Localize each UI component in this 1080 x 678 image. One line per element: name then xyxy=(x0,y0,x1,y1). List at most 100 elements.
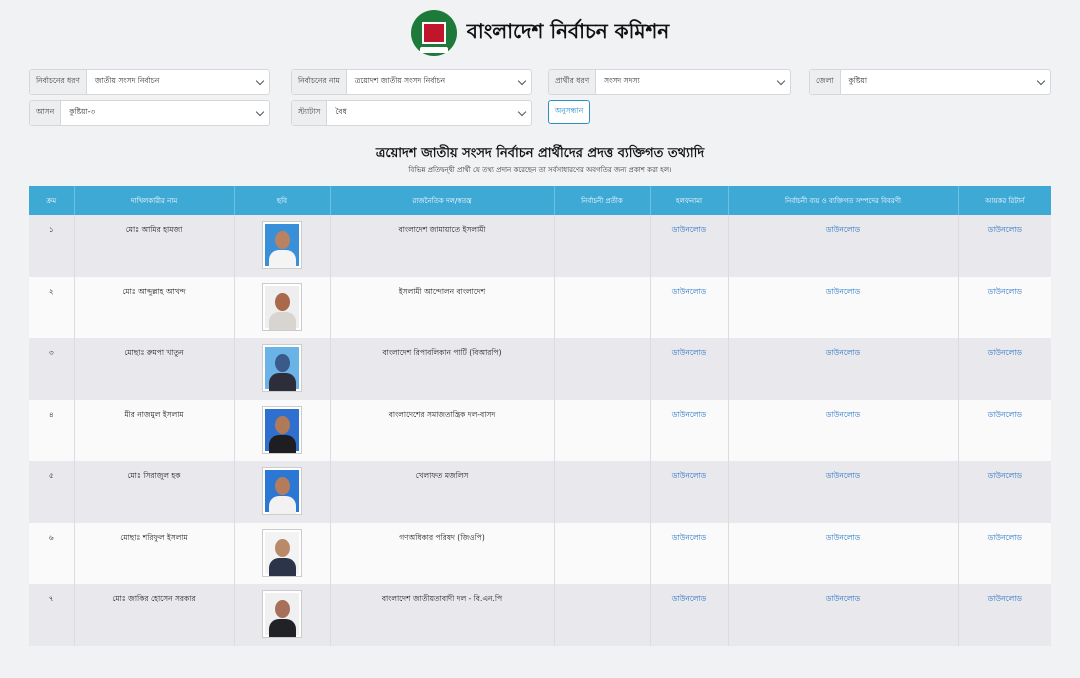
tax-return-download-link[interactable]: ডাউনলোড xyxy=(988,471,1022,480)
affidavit-download-link[interactable]: ডাউনলোড xyxy=(672,287,706,296)
election-commission-logo-icon xyxy=(410,10,457,56)
candidate-type-value: সংসদ সদস্য xyxy=(604,76,640,85)
affidavit-download-link[interactable]: ডাউনলোড xyxy=(672,225,706,234)
tax-return-download-link[interactable]: ডাউনলোড xyxy=(988,225,1022,234)
candidate-photo xyxy=(262,405,302,454)
row-symbol xyxy=(554,215,651,277)
chevron-down-icon xyxy=(1036,76,1046,86)
election-type-select[interactable]: নির্বাচনের ধরণ জাতীয় সংসদ নির্বাচন xyxy=(29,69,270,95)
row-tax-cell: ডাউনলোড xyxy=(958,461,1051,523)
table-row: ৭ মোঃ জাকির হোসেন সরকার বাংলাদেশ জাতীয়ত… xyxy=(29,584,1051,646)
row-symbol xyxy=(554,461,651,523)
tax-return-download-link[interactable]: ডাউনলোড xyxy=(988,287,1022,296)
row-affidavit-cell: ডাউনলোড xyxy=(650,522,729,584)
row-symbol xyxy=(554,276,651,338)
affidavit-download-link[interactable]: ডাউনলোড xyxy=(672,410,706,419)
seat-label: আসন xyxy=(30,101,62,125)
tax-return-download-link[interactable]: ডাউনলোড xyxy=(988,348,1022,357)
row-photo-cell xyxy=(234,276,331,338)
row-serial: ৪ xyxy=(29,399,75,461)
row-photo-cell xyxy=(234,399,331,461)
row-serial: ৭ xyxy=(29,584,75,646)
table-row: ১ মোঃ আমির হামজা বাংলাদেশ জামায়াতে ইসলা… xyxy=(29,215,1051,277)
table-row: ৫ মোঃ সিরাজুল হক খেলাফত মজলিস ডাউনলোড ডা… xyxy=(29,461,1051,523)
tax-return-download-link[interactable]: ডাউনলোড xyxy=(988,410,1022,419)
row-affidavit-cell: ডাউনলোড xyxy=(650,276,729,338)
row-photo-cell xyxy=(234,338,331,400)
filter-row-1: নির্বাচনের ধরণ জাতীয় সংসদ নির্বাচন নির্… xyxy=(29,69,1051,95)
expense-download-link[interactable]: ডাউনলোড xyxy=(826,533,860,542)
col-symbol: নির্বাচনী প্রতীক xyxy=(554,186,651,215)
row-name: মোঃ আমির হামজা xyxy=(74,215,235,277)
row-party: বাংলাদেশ রিপাবলিকান পার্টি (বিআরপি) xyxy=(330,338,555,400)
row-photo-cell xyxy=(234,461,331,523)
search-button[interactable]: অনুসন্ধান xyxy=(548,100,590,124)
candidate-photo xyxy=(262,344,302,392)
candidate-type-label: প্রার্থীর ধরণ xyxy=(549,70,597,94)
col-affidavit: হলফনামা xyxy=(650,186,729,215)
expense-download-link[interactable]: ডাউনলোড xyxy=(826,594,860,603)
seat-select[interactable]: আসন কুষ্টিয়া-৩ xyxy=(29,100,270,126)
chevron-down-icon xyxy=(255,107,265,117)
expense-download-link[interactable]: ডাউনলোড xyxy=(826,287,860,296)
row-tax-cell: ডাউনলোড xyxy=(958,584,1051,646)
district-select[interactable]: জেলা কুষ্টিয়া xyxy=(809,69,1051,95)
affidavit-download-link[interactable]: ডাউনলোড xyxy=(672,348,706,357)
col-serial: ক্রম xyxy=(29,186,75,215)
row-name: মোঃ আব্দুল্লাহ আখন্দ xyxy=(74,276,235,338)
table-row: ৩ মোছাঃ রুমপা খাতুন বাংলাদেশ রিপাবলিকান … xyxy=(29,338,1051,400)
expense-download-link[interactable]: ডাউনলোড xyxy=(826,410,860,419)
row-expense-cell: ডাউনলোড xyxy=(728,461,959,523)
row-name: মোঃ জাকির হোসেন সরকার xyxy=(74,584,235,646)
row-name: মোছাঃ শরিফুল ইসলাম xyxy=(74,522,235,584)
candidate-type-select[interactable]: প্রার্থীর ধরণ সংসদ সদস্য xyxy=(548,69,791,95)
row-party: বাংলাদেশের সমাজতান্ত্রিক দল-বাসদ xyxy=(330,399,555,461)
row-expense-cell: ডাউনলোড xyxy=(728,399,959,461)
row-party: বাংলাদেশ জাতীয়তাবাদী দল - বি.এন.পি xyxy=(330,584,555,646)
row-affidavit-cell: ডাউনলোড xyxy=(650,399,729,461)
row-serial: ১ xyxy=(29,215,75,277)
col-expense: নির্বাচনী ব্যয় ও ব্যক্তিগত সম্পদের বিবর… xyxy=(728,186,959,215)
election-type-value: জাতীয় সংসদ নির্বাচন xyxy=(94,76,160,85)
table-row: ৬ মোছাঃ শরিফুল ইসলাম গণঅধিকার পরিষদ (জিও… xyxy=(29,522,1051,585)
expense-download-link[interactable]: ডাউনলোড xyxy=(826,348,860,357)
affidavit-download-link[interactable]: ডাউনলোড xyxy=(672,533,706,542)
col-tax-return: আয়কর রিটার্ন xyxy=(985,196,1025,205)
row-name: মোঃ সিরাজুল হক xyxy=(74,461,235,523)
site-title: বাংলাদেশ নির্বাচন কমিশন xyxy=(466,18,670,43)
table-row: ৪ মীর নাজমুল ইসলাম বাংলাদেশের সমাজতান্ত্… xyxy=(29,399,1051,462)
row-serial: ৩ xyxy=(29,338,75,400)
chevron-down-icon xyxy=(517,107,527,117)
row-party: খেলাফত মজলিস xyxy=(330,461,555,523)
expense-download-link[interactable]: ডাউনলোড xyxy=(826,225,860,234)
row-photo-cell xyxy=(234,215,331,277)
row-expense-cell: ডাউনলোড xyxy=(728,276,959,338)
row-photo-cell xyxy=(234,584,331,646)
row-symbol xyxy=(554,338,651,400)
expense-download-link[interactable]: ডাউনলোড xyxy=(826,471,860,480)
row-affidavit-cell: ডাউনলোড xyxy=(650,461,729,523)
row-expense-cell: ডাউনলোড xyxy=(728,215,959,277)
affidavit-download-link[interactable]: ডাউনলোড xyxy=(672,594,706,603)
chevron-down-icon xyxy=(776,76,786,86)
candidate-photo xyxy=(262,282,302,331)
election-name-select[interactable]: নির্বাচনের নাম ত্রয়োদশ জাতীয় সংসদ নির্… xyxy=(291,69,532,95)
candidate-photo xyxy=(262,221,302,269)
status-select[interactable]: স্ট্যাটাস বৈধ xyxy=(291,100,532,126)
col-party: রাজনৈতিক দল/স্বতন্ত্র xyxy=(330,186,555,215)
row-party: গণঅধিকার পরিষদ (জিওপি) xyxy=(330,522,555,584)
row-tax-cell: ডাউনলোড xyxy=(958,338,1051,400)
row-expense-cell: ডাউনলোড xyxy=(728,338,959,400)
site-header: বাংলাদেশ নির্বাচন কমিশন xyxy=(0,8,1080,58)
row-tax-cell: ডাউনলোড xyxy=(958,523,1051,585)
row-name: মোছাঃ রুমপা খাতুন xyxy=(74,338,235,400)
tax-return-download-link[interactable]: ডাউনলোড xyxy=(988,533,1022,542)
row-symbol xyxy=(554,399,651,461)
row-tax-cell: ডাউনলোড xyxy=(958,400,1051,462)
row-party: ইসলামী আন্দোলন বাংলাদেশ xyxy=(330,276,555,338)
row-affidavit-cell: ডাউনলোড xyxy=(650,338,729,400)
candidate-photo xyxy=(262,528,302,577)
affidavit-download-link[interactable]: ডাউনলোড xyxy=(672,471,706,480)
tax-return-download-link[interactable]: ডাউনলোড xyxy=(988,594,1022,603)
election-type-label: নির্বাচনের ধরণ xyxy=(30,70,87,94)
